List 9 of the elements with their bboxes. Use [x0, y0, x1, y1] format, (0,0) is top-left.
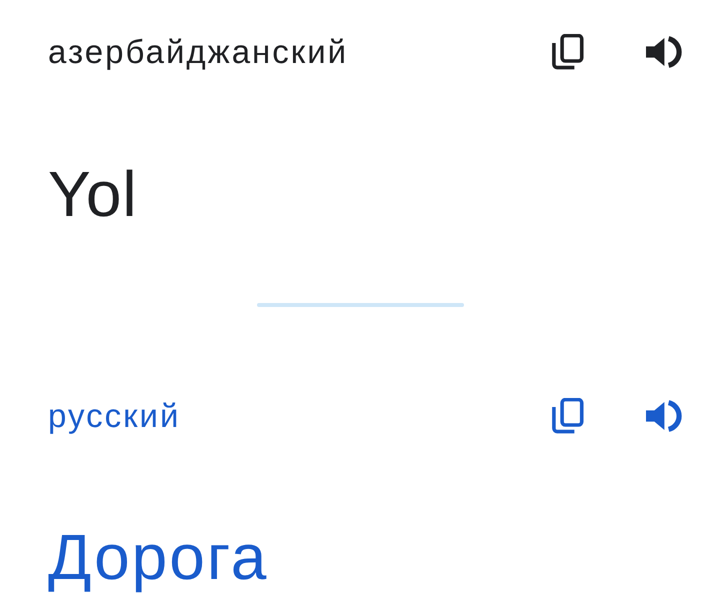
drag-handle[interactable] — [256, 303, 464, 307]
copy-icon — [549, 398, 585, 434]
language-label: азербайджанский — [48, 32, 348, 72]
speaker-icon — [644, 398, 684, 434]
speaker-icon — [644, 34, 684, 70]
phrase-text: Yol — [48, 157, 138, 231]
phrase-text: Дорога — [48, 520, 268, 594]
copy-icon — [549, 34, 585, 70]
language-label: русский — [48, 396, 180, 436]
